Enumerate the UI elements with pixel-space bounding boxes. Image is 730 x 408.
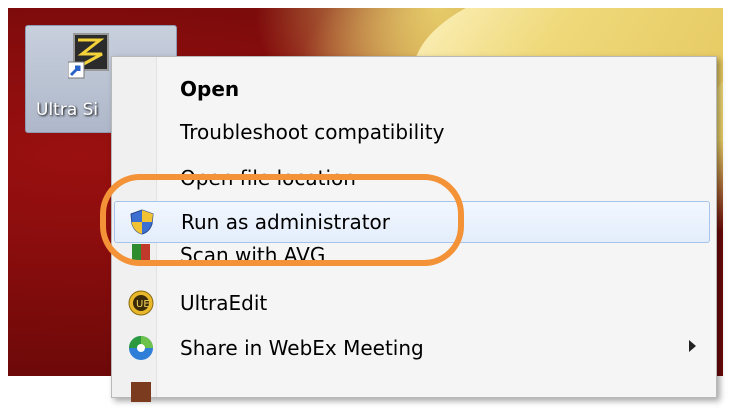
menu-item-label: Scan with AVG (180, 243, 326, 267)
partial-item-icon (128, 378, 154, 404)
uac-shield-icon (129, 209, 155, 235)
ultra-shortcut-icon (67, 32, 112, 80)
menu-item-cut-off[interactable] (114, 371, 710, 404)
ultraedit-icon: UE (128, 290, 154, 316)
submenu-arrow-icon (689, 340, 696, 352)
webex-icon (128, 335, 154, 361)
menu-item-label: Troubleshoot compatibility (180, 120, 445, 144)
menu-item-label: Open (180, 77, 240, 101)
avg-icon (128, 242, 154, 268)
menu-item-scan-with-avg[interactable]: Scan with AVG (114, 243, 710, 286)
menu-item-troubleshoot-compatibility[interactable]: Troubleshoot compatibility (114, 112, 710, 152)
svg-text:UE: UE (136, 299, 150, 310)
menu-item-open[interactable]: Open (114, 69, 710, 109)
menu-item-ultraedit[interactable]: UE UltraEdit (114, 283, 710, 323)
menu-item-label: Open file location (180, 166, 356, 190)
menu-item-label: UltraEdit (180, 291, 268, 315)
menu-item-run-as-administrator[interactable]: Run as administrator (114, 201, 710, 243)
menu-item-label: Run as administrator (181, 210, 391, 234)
menu-item-share-in-webex[interactable]: Share in WebEx Meeting (114, 328, 710, 368)
menu-item-label: Share in WebEx Meeting (180, 336, 424, 360)
shortcut-label: Ultra Si (36, 100, 99, 120)
menu-item-open-file-location[interactable]: Open file location (114, 158, 710, 198)
context-menu: Open Troubleshoot compatibility Open fil… (111, 56, 717, 404)
